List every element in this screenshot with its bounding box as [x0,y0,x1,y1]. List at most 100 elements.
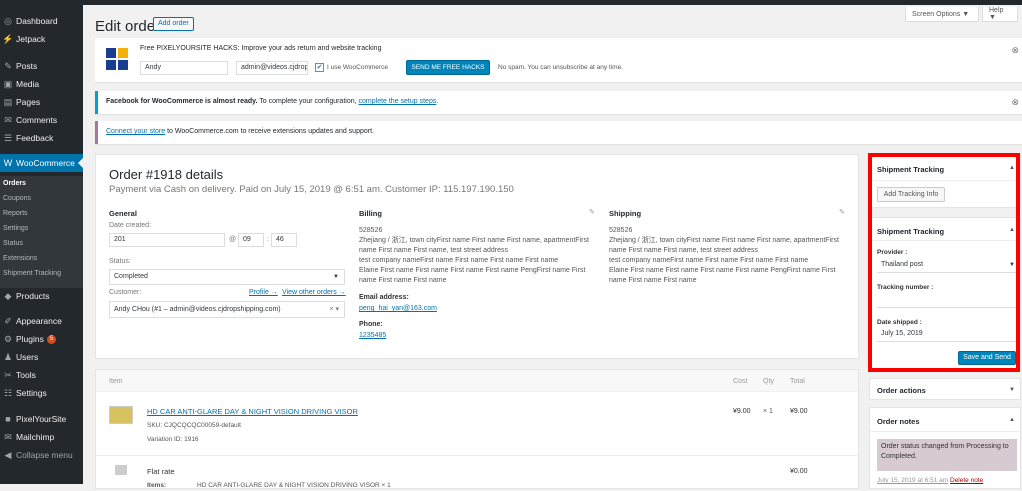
products-icon: ◆ [4,290,12,301]
status-label: Status: [109,258,131,265]
submenu-status[interactable]: Status [0,236,83,251]
dismiss-facebook-notice-icon[interactable]: ⊗ [1011,97,1019,108]
settings-icon: ☷ [3,387,13,398]
view-other-orders-link[interactable]: View other orders → [282,289,346,296]
submenu-reports[interactable]: Reports [0,206,83,221]
submenu-orders[interactable]: Orders [0,176,83,191]
shipping-method-name: Flat rate [147,467,175,476]
order-note: Order status changed from Processing to … [877,439,1017,471]
complete-setup-link[interactable]: complete the setup steps [359,98,437,105]
sidebar-item-mailchimp[interactable]: ✉ Mailchimp [0,428,83,446]
pixelyoursite-icon: ■ [5,414,11,424]
main-content: Screen Options ▼ Help ▼ Edit order Add o… [83,5,1022,489]
at-label: @ [229,236,237,243]
pys-name-input[interactable]: Andy [140,61,228,75]
profile-link[interactable]: Profile → [249,289,278,296]
connect-store-link[interactable]: Connect your store [106,128,165,135]
sidebar-item-posts[interactable]: ✎ Posts [0,57,83,75]
dashboard-icon: ◎ [4,15,12,26]
sidebar-item-settings[interactable]: ☷ Settings [0,384,83,402]
submenu-extensions[interactable]: Extensions [0,251,83,266]
minute-input[interactable]: 46 [271,233,297,247]
qty-column-header: Qty [763,378,774,385]
customer-label: Customer: [109,289,142,296]
item-column-header: Item [109,378,123,385]
product-cost: ¥9.00 [733,408,751,415]
send-free-hacks-button[interactable]: SEND ME FREE HACKS [406,60,490,75]
toggle-icon[interactable]: ▲ [1009,417,1015,423]
pys-email-input[interactable]: admin@videos.cjdropshi [236,61,308,75]
sidebar-item-products[interactable]: ◆ Products [0,287,83,305]
pin-icon: ✎ [4,60,12,71]
help-button[interactable]: Help ▼ [982,7,1018,22]
add-order-button[interactable]: Add order [153,17,194,31]
collapse-menu[interactable]: ◀ Collapse menu [0,446,83,464]
submenu-coupons[interactable]: Coupons [0,191,83,206]
sidebar-item-tools[interactable]: ✂ Tools [0,366,83,384]
jetpack-icon: ⚡ [2,33,14,44]
order-actions-title: Order actions [877,386,926,395]
status-select[interactable]: Completed ▼ [109,269,345,285]
shipping-items-label: Items: [147,482,167,489]
customer-select[interactable]: Andy CHou (#1 – admin@videos.cjdropshipp… [109,301,345,318]
shipping-icon [115,465,127,475]
woocommerce-icon: W [3,158,13,168]
edit-billing-icon[interactable]: ✎ [589,208,595,216]
admin-sidebar: ◎ Dashboard ⚡ Jetpack ✎ Posts ▣ Media ▤ Pages… [0,5,83,484]
feedback-icon: ☰ [3,132,13,143]
pages-icon: ▤ [3,96,13,107]
order-title: Order #1918 details [109,167,224,182]
sidebar-item-dashboard[interactable]: ◎ Dashboard [0,12,83,30]
dismiss-notice-icon[interactable]: ⊗ [1011,45,1019,56]
sidebar-item-appearance[interactable]: ✐ Appearance [0,312,83,330]
screen-options-button[interactable]: Screen Options ▼ [905,7,979,22]
media-icon: ▣ [3,78,13,89]
order-details-box: Order #1918 details Payment via Cash on … [95,154,859,359]
delete-note-link[interactable]: Delete note [950,477,983,484]
shipping-address: 528526 Zhejiang / 浙江, town cityFirst nam… [609,227,839,284]
sidebar-item-pixelyoursite[interactable]: ■ PixelYourSite [0,410,83,428]
order-items-box: Item Cost Qty Total HD CAR ANTI-GLARE DA… [95,369,859,489]
facebook-notice: Facebook for WooCommerce is almost ready… [95,91,1022,114]
edit-shipping-icon[interactable]: ✎ [839,208,845,216]
product-link[interactable]: HD CAR ANTI-GLARE DAY & NIGHT VISION DRI… [147,407,358,416]
total-column-header: Total [790,378,805,385]
page-title: Edit order [95,18,161,35]
sidebar-item-comments[interactable]: ✉ Comments [0,111,83,129]
phone-label: Phone: [359,321,383,328]
collapse-icon: ◀ [4,449,12,460]
billing-heading: Billing [359,209,382,218]
cost-column-header: Cost [733,378,748,385]
note-meta: July 15, 2019 at 6:51 am Delete note [877,477,984,484]
sidebar-item-woocommerce[interactable]: W WooCommerce [0,154,83,172]
clear-select-icon[interactable]: × ▾ [329,302,339,317]
pys-woocommerce-checkbox[interactable]: ✔ [315,63,324,72]
sidebar-item-feedback[interactable]: ☰ Feedback [0,129,83,147]
date-created-input[interactable]: 201 [109,233,225,247]
users-icon: ♟ [3,351,13,362]
plugins-icon: ⚙ [3,333,13,344]
appearance-icon: ✐ [4,315,12,326]
email-link[interactable]: peng_hai_yan@163.com [359,305,437,312]
items-divider [96,455,858,456]
time-separator: : [267,236,269,243]
pys-checkbox-label: I use WooCommerce [327,64,388,71]
phone-link[interactable]: 1235485 [359,332,386,339]
product-variation: Variation ID: 1916 [147,436,199,443]
order-notes-title: Order notes [877,417,920,426]
toggle-icon[interactable]: ▼ [1009,387,1015,393]
sidebar-item-plugins[interactable]: ⚙ Plugins 5 [0,330,83,348]
shipping-heading: Shipping [609,209,642,218]
sidebar-item-jetpack[interactable]: ⚡ Jetpack [0,30,83,48]
order-subtitle: Payment via Cash on delivery. Paid on Ju… [109,184,514,195]
sidebar-item-users[interactable]: ♟ Users [0,348,83,366]
product-sku: SKU: CJQCQCQC00059-default [147,422,241,429]
connect-store-notice: Connect your store to WooCommerce.com to… [95,121,1022,144]
sidebar-item-pages[interactable]: ▤ Pages [0,93,83,111]
order-actions-box: Order actions ▼ [869,378,1021,400]
hour-input[interactable]: 09 [238,233,264,247]
sidebar-item-media[interactable]: ▣ Media [0,75,83,93]
submenu-settings[interactable]: Settings [0,221,83,236]
date-created-label: Date created: [109,222,152,229]
submenu-shipment-tracking[interactable]: Shipment Tracking [0,266,83,281]
